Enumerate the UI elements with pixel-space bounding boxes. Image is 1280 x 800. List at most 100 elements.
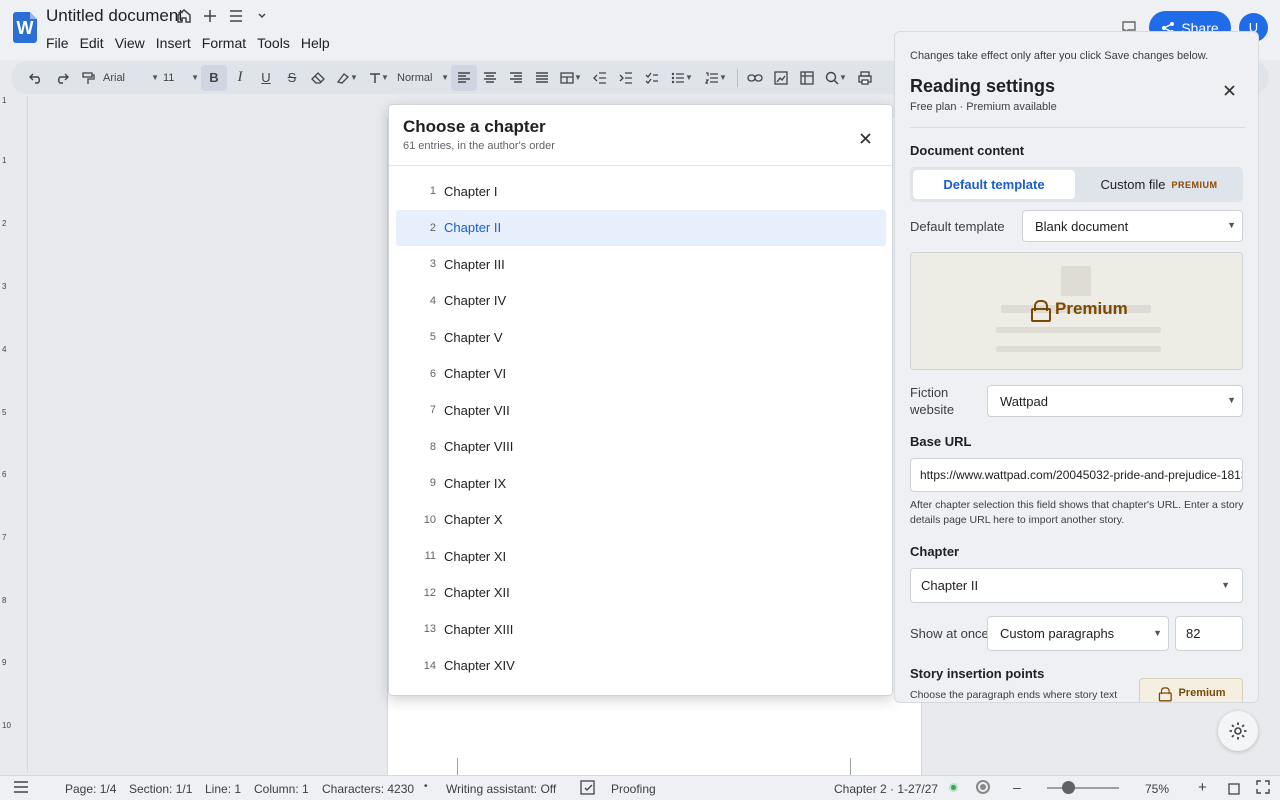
text-style-icon[interactable]: ▼ <box>363 65 395 91</box>
indent-icon[interactable] <box>613 65 639 91</box>
outline-menu-icon[interactable] <box>226 6 246 26</box>
chapter-number: 1 <box>429 185 436 198</box>
menu-help[interactable]: Help <box>301 35 330 51</box>
chapter-list-item[interactable]: 5 Chapter V <box>396 319 886 356</box>
numbered-list-icon[interactable]: ▼ <box>699 65 733 91</box>
fiction-website-label-line: website <box>910 402 955 417</box>
menu-file[interactable]: File <box>46 35 69 51</box>
bold-icon[interactable]: B <box>201 64 227 91</box>
sync-status-icon[interactable] <box>949 783 958 792</box>
chevron-down-icon: ▼ <box>1227 220 1236 230</box>
focus-mode-icon[interactable] <box>976 780 990 794</box>
save-notice: Changes take effect only after you click… <box>910 50 1209 62</box>
settings-gear-icon[interactable] <box>1218 711 1258 751</box>
undo-icon[interactable] <box>23 65 49 91</box>
checklist-icon[interactable] <box>639 65 665 91</box>
chapter-list-item[interactable]: 13 Chapter XIII <box>396 611 886 648</box>
default-template-tab[interactable]: Default template <box>913 170 1075 199</box>
proofing-icon[interactable] <box>580 780 596 799</box>
close-icon[interactable] <box>856 129 874 147</box>
chapter-list-item[interactable]: 12 Chapter XII <box>396 575 886 612</box>
document-title[interactable]: Untitled document <box>46 6 183 26</box>
fullscreen-icon[interactable] <box>1256 780 1270 797</box>
table-format-icon[interactable]: ▼ <box>555 65 587 91</box>
custom-file-tab[interactable]: Custom file PREMIUM <box>1078 170 1240 199</box>
chevron-down-icon: ▼ <box>191 73 199 82</box>
font-select[interactable]: Arial ▼ <box>101 65 161 91</box>
font-size-select[interactable]: 11 ▼ <box>161 65 201 91</box>
menu-insert[interactable]: Insert <box>156 35 191 51</box>
align-left-icon[interactable] <box>451 64 477 91</box>
chapter-list-item[interactable]: 8 Chapter VIII <box>396 429 886 466</box>
dialog-subtitle: 61 entries, in the author's order <box>403 140 555 152</box>
proofing-label[interactable]: Proofing <box>611 782 656 796</box>
base-url-input[interactable]: https://www.wattpad.com/20045032-pride-a… <box>910 458 1243 492</box>
table-icon[interactable] <box>794 65 820 91</box>
zoom-in-icon[interactable]: + <box>1198 779 1207 796</box>
align-right-icon[interactable] <box>503 65 529 91</box>
paragraph-style-select[interactable]: Normal ▼ <box>395 65 451 91</box>
justify-icon[interactable] <box>529 65 555 91</box>
menu-format[interactable]: Format <box>202 35 246 51</box>
separator-dot: • <box>424 781 428 792</box>
italic-icon[interactable]: I <box>227 65 253 91</box>
chapter-list-item[interactable]: 6 Chapter VI <box>396 356 886 393</box>
search-icon[interactable]: ▼ <box>820 65 852 91</box>
underline-icon[interactable]: U <box>253 65 279 91</box>
outline-toggle-icon[interactable] <box>13 780 29 797</box>
home-icon[interactable] <box>174 6 194 26</box>
chapter-list-item[interactable]: 7 Chapter VII <box>396 392 886 429</box>
premium-button[interactable]: Premium <box>1139 678 1243 702</box>
ruler-mark: 5 <box>2 408 7 417</box>
default-template-select[interactable]: Blank document ▼ <box>1022 210 1243 242</box>
new-document-icon[interactable] <box>200 6 220 26</box>
chapter-info: Chapter 2 · 1-27/27 <box>834 782 939 796</box>
fiction-website-select[interactable]: Wattpad ▼ <box>987 385 1243 417</box>
chapter-number: 7 <box>429 404 436 417</box>
eraser-icon[interactable] <box>305 65 331 91</box>
chapter-list-item[interactable]: 14 Chapter XIV <box>396 648 886 685</box>
outdent-icon[interactable] <box>587 65 613 91</box>
fiction-website-label-line: Fiction <box>910 385 949 400</box>
close-icon[interactable] <box>1220 81 1238 99</box>
paint-format-icon[interactable] <box>75 65 101 91</box>
link-icon[interactable] <box>742 65 768 91</box>
custom-file-label: Custom file <box>1100 177 1166 192</box>
paragraph-count-input[interactable]: 82 <box>1175 616 1243 651</box>
menu-tools[interactable]: Tools <box>257 35 290 51</box>
align-center-icon[interactable] <box>477 65 503 91</box>
print-icon[interactable] <box>852 65 878 91</box>
writing-assistant-status[interactable]: Writing assistant: Off <box>446 782 556 796</box>
image-edit-icon[interactable] <box>768 65 794 91</box>
chapter-list: 1 Chapter I 2 Chapter II 3 Chapter III 4 Chapte… <box>396 173 886 684</box>
menu-edit[interactable]: Edit <box>80 35 104 51</box>
chapter-number: 11 <box>424 550 436 563</box>
strikethrough-icon[interactable]: S <box>279 65 305 91</box>
zoom-out-icon[interactable]: – <box>1013 779 1021 795</box>
chapter-list-item[interactable]: 4 Chapter IV <box>396 283 886 320</box>
redo-icon[interactable] <box>49 65 75 91</box>
zoom-slider-thumb[interactable] <box>1061 781 1075 794</box>
chapter-list-item[interactable]: 10 Chapter X <box>396 502 886 539</box>
ruler-mark: 10 <box>2 721 11 730</box>
toolbar-divider <box>737 68 738 87</box>
app-logo: W <box>13 12 37 43</box>
chevron-down-icon[interactable] <box>252 6 272 26</box>
chapter-label: Chapter XIV <box>444 658 515 674</box>
ruler-mark: 1 <box>2 96 7 105</box>
bulleted-list-icon[interactable]: ▼ <box>665 65 699 91</box>
menu-view[interactable]: View <box>115 35 145 51</box>
highlight-icon[interactable]: ▼ <box>331 65 363 91</box>
fit-page-icon[interactable] <box>1228 782 1240 798</box>
chapter-list-item[interactable]: 3 Chapter III <box>396 246 886 283</box>
chevron-down-icon: ▼ <box>441 73 449 82</box>
chapter-list-item[interactable]: 2 Chapter II <box>396 209 886 246</box>
zoom-level[interactable]: 75% <box>1145 782 1169 796</box>
chapter-list-item[interactable]: 1 Chapter I <box>396 173 886 210</box>
show-at-once-select[interactable]: Custom paragraphs ▼ <box>987 616 1169 651</box>
chapter-select[interactable]: Chapter II ▼ <box>910 568 1243 603</box>
chapter-label: Chapter II <box>444 220 502 236</box>
chapter-list-item[interactable]: 9 Chapter IX <box>396 465 886 502</box>
chapter-list-item[interactable]: 11 Chapter XI <box>396 538 886 575</box>
zoom-slider[interactable] <box>1047 787 1119 789</box>
